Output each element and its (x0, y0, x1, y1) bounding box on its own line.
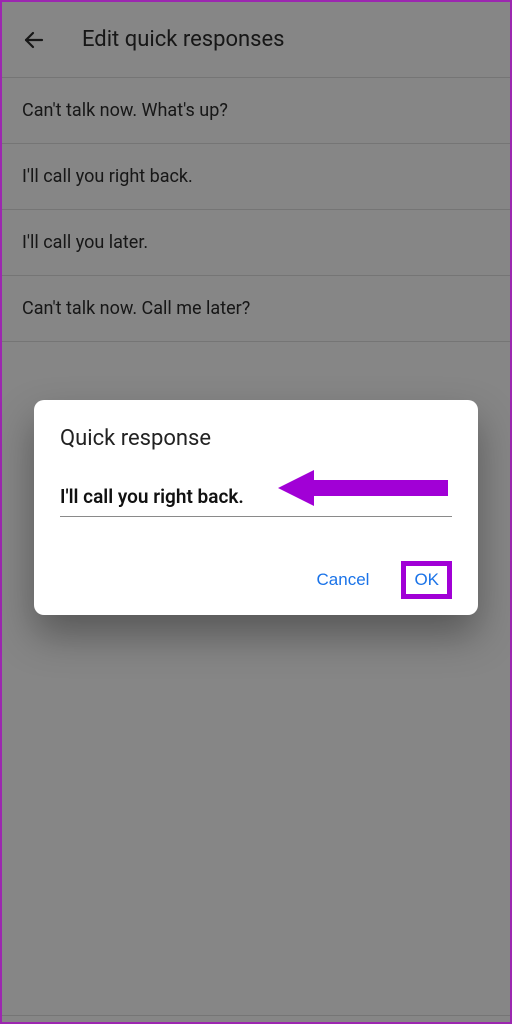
input-wrap (60, 481, 452, 517)
cancel-button[interactable]: Cancel (309, 562, 378, 598)
edit-response-dialog: Quick response Cancel OK (34, 400, 478, 615)
response-input[interactable] (60, 481, 452, 517)
dialog-title: Quick response (60, 426, 452, 451)
ok-button[interactable]: OK (414, 570, 439, 590)
annotation-highlight: OK (401, 561, 452, 599)
dialog-actions: Cancel OK (60, 561, 452, 599)
